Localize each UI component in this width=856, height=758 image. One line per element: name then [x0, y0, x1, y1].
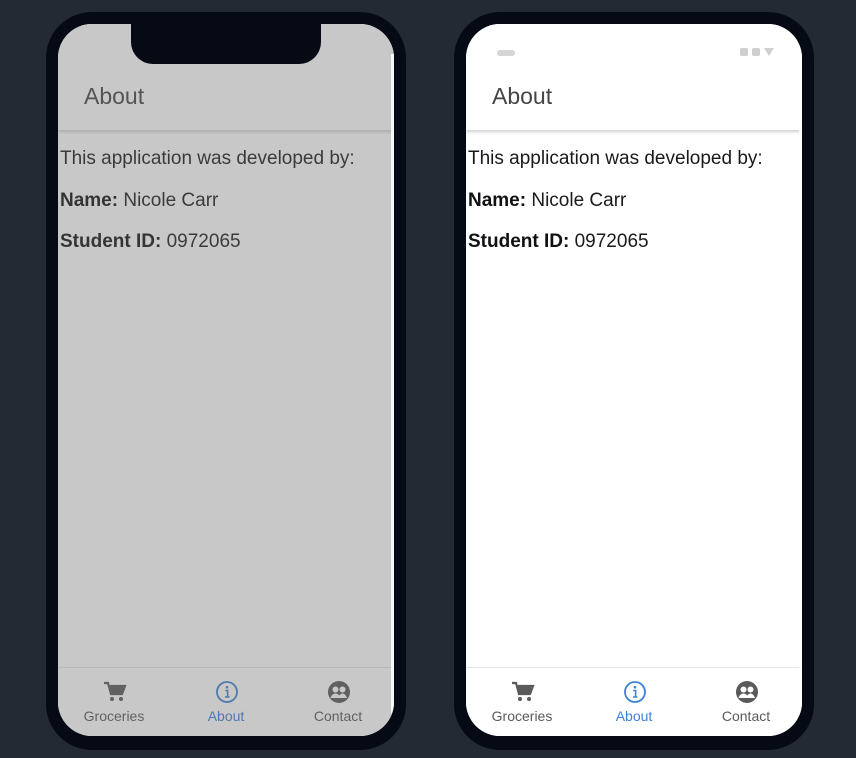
- phone-frame-right: About This application was developed by:…: [454, 12, 814, 750]
- wifi-icon: [752, 48, 760, 56]
- header: About: [466, 24, 802, 130]
- status-bar-time: [497, 50, 515, 56]
- page-title: About: [492, 83, 553, 109]
- student-id-label: Student ID:: [468, 231, 570, 252]
- student-id-value: 0972065: [574, 231, 649, 252]
- student-id-row: Student ID: 0972065: [468, 231, 649, 253]
- tab-label: About: [615, 708, 653, 724]
- battery-icon: [764, 48, 774, 56]
- tab-bar: Groceries About Contact: [466, 667, 802, 736]
- tab-contact[interactable]: Contact: [690, 668, 802, 736]
- people-icon: [736, 681, 758, 703]
- notch: [131, 24, 321, 64]
- status-bar-icons: [740, 48, 774, 56]
- info-icon: [624, 681, 646, 703]
- screen-edge: [391, 54, 394, 714]
- tab-label: Contact: [721, 708, 771, 724]
- name-label: Name:: [468, 190, 527, 211]
- name-value: Nicole Carr: [531, 190, 627, 211]
- name-row: Name: Nicole Carr: [468, 190, 626, 212]
- intro-text: This application was developed by:: [468, 148, 763, 169]
- signal-icon: [740, 48, 748, 56]
- tab-label: Groceries: [491, 708, 553, 724]
- tab-groceries[interactable]: Groceries: [466, 668, 578, 736]
- screen-edge: [799, 54, 802, 714]
- tab-about[interactable]: About: [578, 668, 690, 736]
- dim-overlay: [58, 24, 394, 736]
- app-screen-right: About This application was developed by:…: [466, 24, 802, 736]
- phone-screen-left: About This application was developed by:…: [58, 24, 394, 736]
- phone-frame-left: About This application was developed by:…: [46, 12, 406, 750]
- phone-screen-right: About This application was developed by:…: [466, 24, 802, 736]
- cart-icon: [512, 681, 535, 701]
